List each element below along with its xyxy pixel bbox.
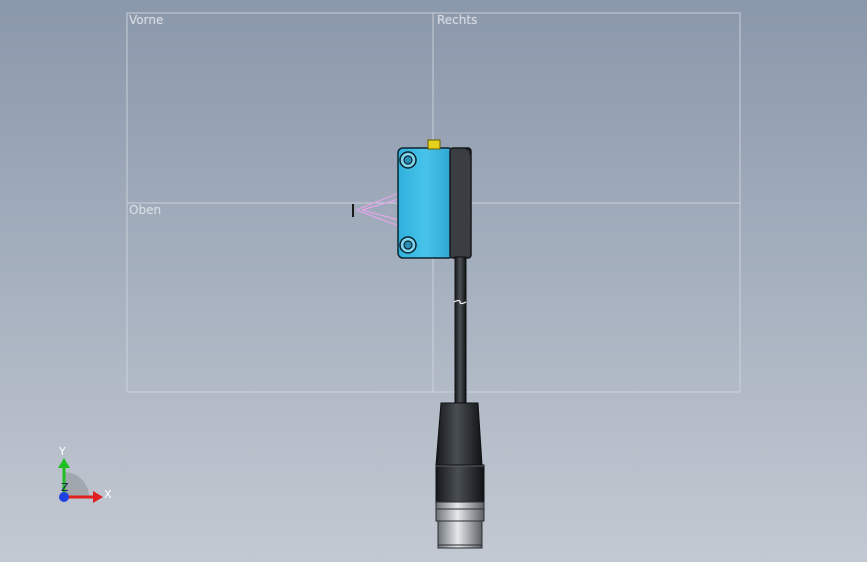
sensor-body[interactable]	[397, 139, 472, 259]
connector-housing[interactable]	[435, 402, 485, 549]
triad-z-label: Z	[61, 481, 69, 494]
model-canvas: Y X Z	[58, 12, 741, 549]
triad-x-label: X	[104, 488, 112, 501]
connector-ring-top	[435, 501, 485, 510]
cable[interactable]	[453, 256, 467, 405]
graphics-viewport[interactable]: Vorne Rechts Oben Y X Z	[0, 0, 867, 562]
beam-lines	[355, 192, 400, 227]
reference-triad: Y X Z	[58, 445, 112, 503]
connector-coupling-nut	[437, 520, 483, 549]
connector-ring-mid	[435, 508, 485, 522]
triad-y-label: Y	[58, 445, 66, 458]
led-indicator	[427, 139, 441, 150]
